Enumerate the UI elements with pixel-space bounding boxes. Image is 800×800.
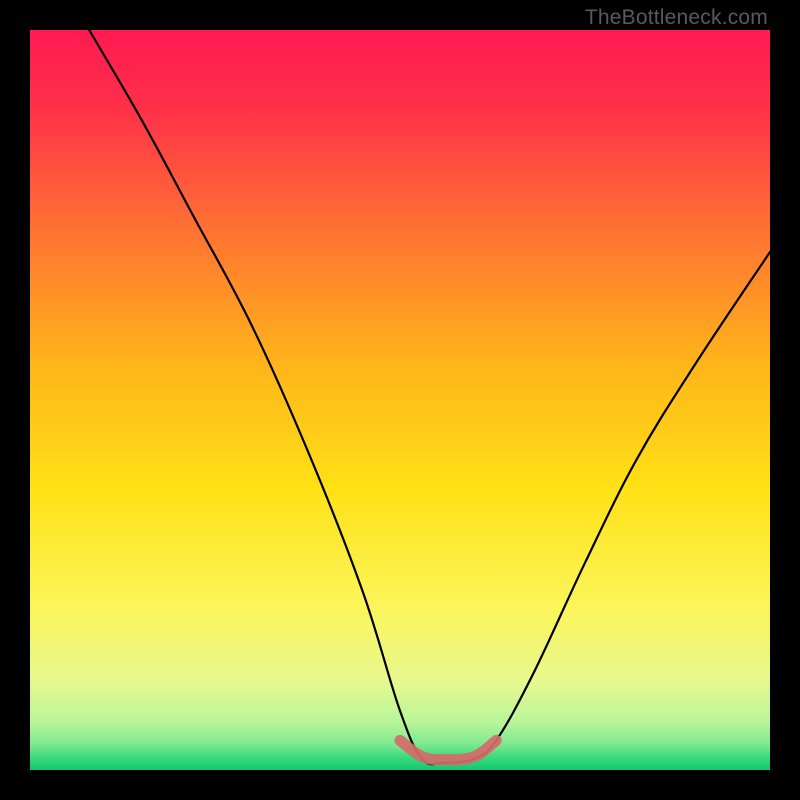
watermark-text: TheBottleneck.com <box>585 6 768 30</box>
plot-area <box>30 30 770 770</box>
bottleneck-curve <box>89 30 770 764</box>
chart-frame: TheBottleneck.com <box>0 0 800 800</box>
optimal-band <box>400 740 496 759</box>
bottleneck-curve-svg <box>30 30 770 770</box>
